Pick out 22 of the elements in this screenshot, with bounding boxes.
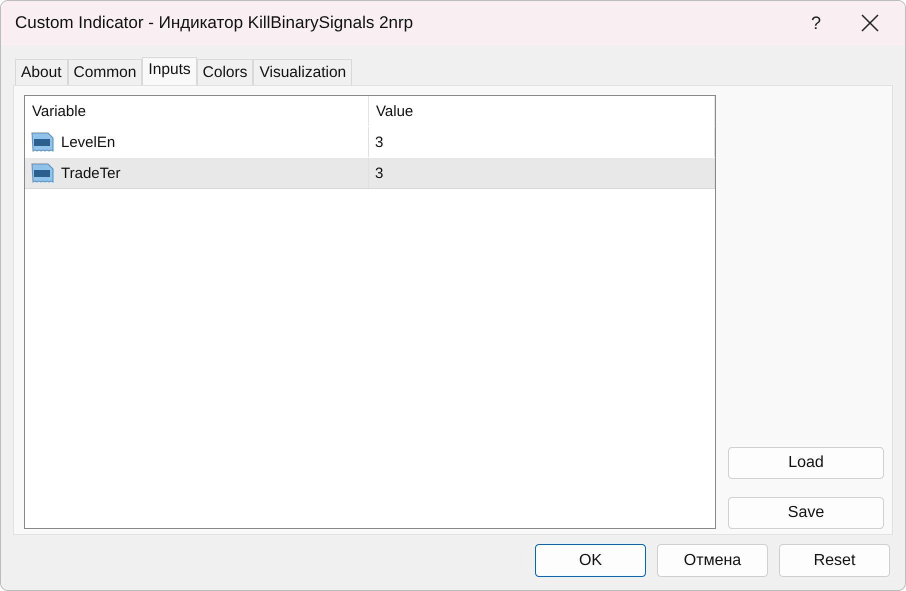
number-variable-icon	[31, 161, 55, 185]
variable-value: 3	[375, 164, 384, 182]
variable-name: TradeTer	[61, 164, 120, 182]
tab[interactable]: About	[15, 59, 68, 85]
variable-value: 3	[375, 134, 384, 150]
dialog-button[interactable]: Отмена	[657, 544, 768, 577]
column-header[interactable]: Value	[369, 96, 715, 126]
side-button[interactable]: Save	[728, 497, 884, 529]
number-variable-icon	[31, 130, 55, 154]
window-title: Custom Indicator - Индикатор KillBinarySignals 2nrp	[15, 13, 414, 33]
variable-name: LevelEn	[61, 134, 116, 150]
column-header[interactable]: Variable	[25, 96, 369, 126]
close-icon[interactable]	[861, 14, 879, 32]
table-row[interactable]: TradeTer 3	[25, 158, 715, 189]
dialog-button[interactable]: Reset	[779, 544, 890, 577]
tab[interactable]: Visualization	[253, 59, 352, 85]
tab[interactable]: Inputs	[142, 57, 197, 85]
help-button[interactable]: ?	[791, 12, 841, 34]
dialog-button[interactable]: OK	[535, 544, 646, 577]
tab[interactable]: Colors	[196, 59, 254, 85]
side-button[interactable]: Load	[728, 447, 884, 479]
tab[interactable]: Common	[68, 59, 142, 85]
